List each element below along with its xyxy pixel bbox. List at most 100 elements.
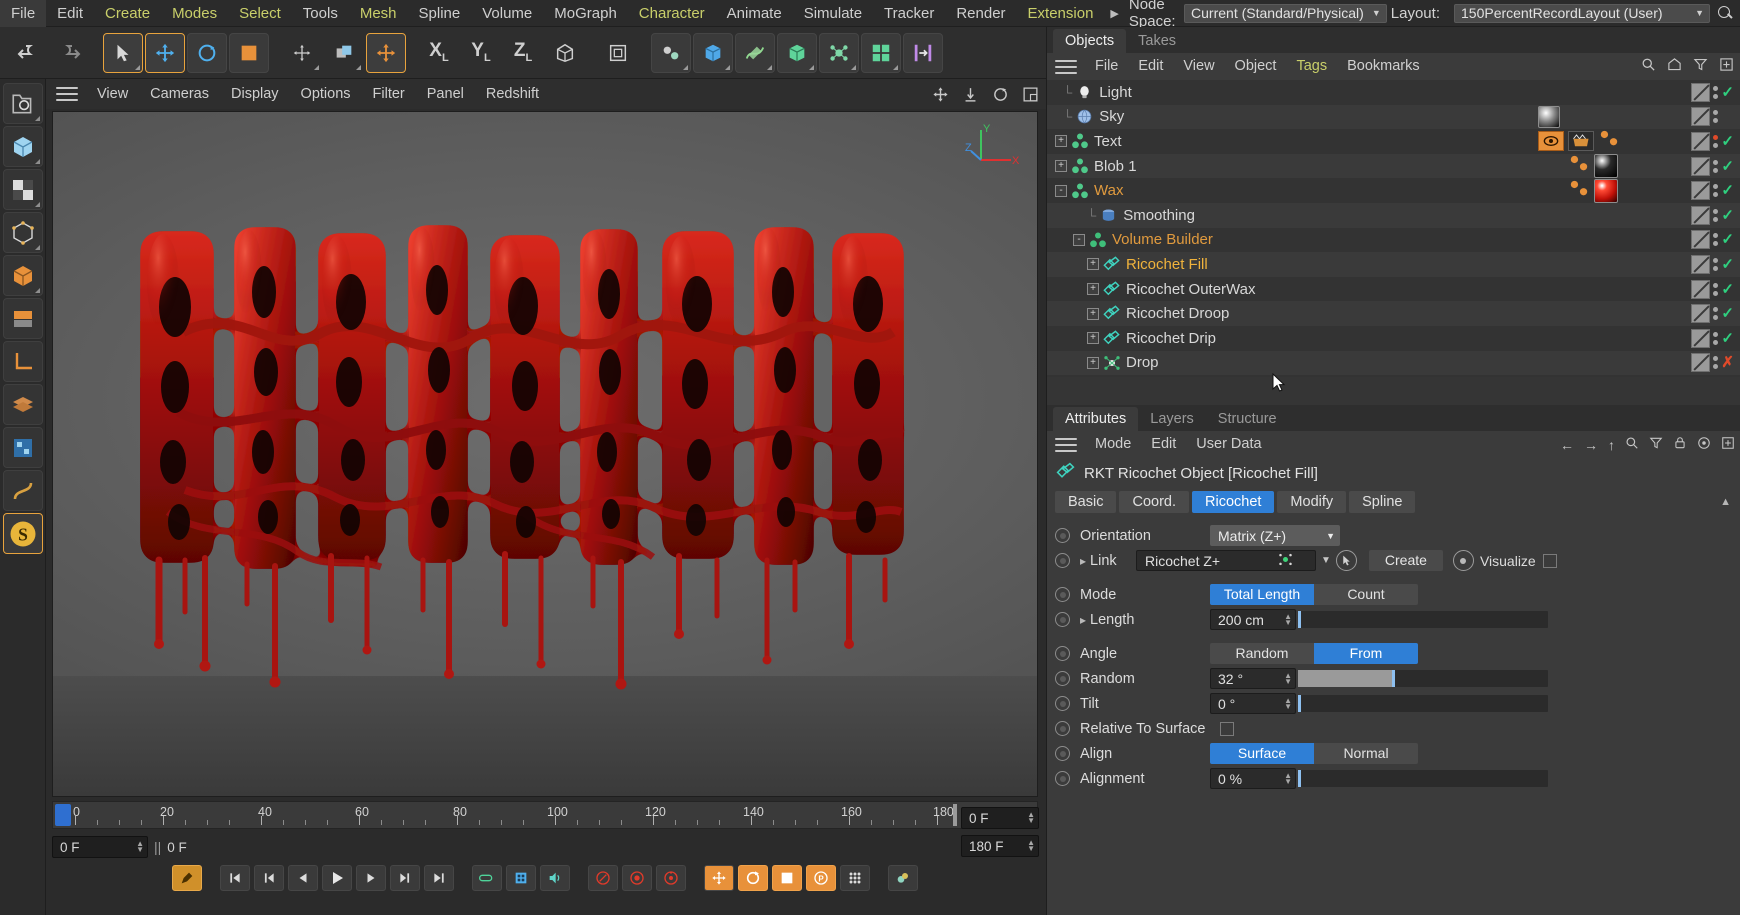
length-param-radio[interactable] — [1055, 612, 1070, 627]
go-to-end-button[interactable] — [424, 865, 454, 891]
tilt-slider[interactable] — [1298, 695, 1548, 712]
tree-expander-ricochet-fill[interactable]: + — [1087, 258, 1099, 271]
enable-dots-icon[interactable] — [1713, 331, 1719, 345]
tree-row-smoothing[interactable]: └ Smoothing ✓ — [1047, 202, 1740, 228]
viewport-menu-hamburger-icon[interactable] — [56, 87, 78, 101]
tab-layers[interactable]: Layers — [1138, 407, 1206, 431]
go-to-start-button[interactable] — [220, 865, 250, 891]
menu-item-character[interactable]: Character — [628, 0, 716, 27]
project-settings-button[interactable] — [888, 865, 918, 891]
layout-select[interactable]: 150PercentRecordLayout (User) ▼ — [1454, 3, 1710, 23]
viewport-rotate-icon[interactable] — [990, 84, 1010, 104]
enable-dots-icon[interactable] — [1713, 233, 1719, 247]
visibility-tag-icon[interactable] — [1691, 353, 1711, 373]
tool-workplane-icon[interactable] — [2, 341, 43, 382]
length-slider-knob[interactable] — [1298, 611, 1301, 628]
loop-button[interactable] — [472, 865, 502, 891]
enable-dots-icon[interactable] — [1713, 307, 1719, 321]
link-field[interactable]: Ricochet Z+ — [1136, 550, 1316, 571]
expand-caret-icon[interactable]: ▸ — [1080, 554, 1086, 568]
select-tool-button[interactable] — [103, 32, 143, 73]
timeline-ruler[interactable]: 0 20 40 60 80 100 120 140 160 180 — [52, 801, 1038, 829]
tree-expander-drop[interactable]: + — [1087, 356, 1099, 369]
alignment-slider-knob[interactable] — [1298, 770, 1301, 787]
menu-item-create[interactable]: Create — [94, 0, 161, 27]
node-space-select[interactable]: Current (Standard/Physical) ▼ — [1184, 3, 1387, 23]
redo-button[interactable] — [50, 33, 90, 73]
search-icon[interactable] — [1716, 4, 1734, 22]
tree-row-light[interactable]: └ Light ✓ — [1047, 80, 1740, 105]
om-menu-object[interactable]: Object — [1225, 53, 1287, 80]
attr-forward-icon[interactable]: → — [1584, 437, 1598, 453]
section-tab-coord[interactable]: Coord. — [1119, 490, 1189, 513]
tool-model-mode-icon[interactable] — [2, 126, 43, 167]
record-active-objects-button[interactable] — [588, 865, 618, 891]
object-tree[interactable]: └ Light ✓ └ Sky + Text ✓ + Blob 1 ✓ - Wa… — [1047, 80, 1740, 377]
viewport-menu-filter[interactable]: Filter — [362, 79, 416, 109]
orientation-select[interactable]: Matrix (Z+) ▼ — [1210, 525, 1340, 546]
move-tool-button[interactable] — [145, 32, 185, 73]
tree-expander-ricochet-droop[interactable]: + — [1087, 307, 1099, 320]
attr-menu-user-data[interactable]: User Data — [1186, 431, 1271, 458]
tree-row-blob-1[interactable]: + Blob 1 ✓ — [1047, 153, 1740, 179]
tree-expander-text[interactable]: + — [1055, 135, 1067, 148]
timeline-end-marker[interactable] — [953, 804, 957, 826]
enabled-check-icon[interactable]: ✓ — [1721, 232, 1734, 247]
position-key-button[interactable] — [704, 865, 734, 891]
enabled-check-icon[interactable]: ✓ — [1721, 331, 1734, 346]
tree-expander-ricochet-drip[interactable]: + — [1087, 332, 1099, 345]
visibility-tag-icon[interactable] — [1691, 230, 1711, 250]
menu-overflow-arrow-icon[interactable]: ▶ — [1104, 7, 1124, 20]
visualize-checkbox[interactable] — [1542, 553, 1557, 568]
mograph-tag-icon[interactable] — [1598, 129, 1620, 153]
alignment-param-radio[interactable] — [1055, 771, 1070, 786]
tool-live-selection-icon[interactable] — [2, 83, 43, 124]
tab-attributes[interactable]: Attributes — [1053, 407, 1139, 431]
om-search-icon[interactable] — [1641, 57, 1656, 76]
spinner-icon[interactable]: ▲ ▼ — [1278, 671, 1292, 685]
autokey-button[interactable] — [172, 865, 202, 891]
snap-toggle-button[interactable] — [903, 32, 943, 73]
enable-dots-icon[interactable] — [1713, 257, 1719, 271]
om-menu-bookmarks[interactable]: Bookmarks — [1337, 53, 1430, 80]
enabled-check-icon[interactable]: ✓ — [1721, 208, 1734, 223]
visibility-tag-icon[interactable] — [1691, 304, 1711, 324]
enable-dots-icon[interactable] — [1713, 184, 1719, 198]
tree-row-volume-builder[interactable]: - Volume Builder ✓ — [1047, 228, 1740, 253]
menu-item-modes[interactable]: Modes — [161, 0, 228, 27]
tab-takes[interactable]: Takes — [1126, 29, 1188, 53]
tool-material-swatch-icon[interactable] — [2, 298, 43, 339]
attributes-hamburger-icon[interactable] — [1055, 437, 1077, 452]
step-forward-button[interactable] — [356, 865, 386, 891]
link-picker-button[interactable] — [1335, 550, 1357, 571]
tree-row-ricochet-drip[interactable]: + Ricochet Drip ✓ — [1047, 326, 1740, 351]
menu-item-mograph[interactable]: MoGraph — [543, 0, 628, 27]
viewport-menu-panel[interactable]: Panel — [416, 79, 475, 109]
attr-up-icon[interactable]: ↑ — [1608, 437, 1615, 453]
record-keys-button[interactable] — [506, 865, 536, 891]
viewport-maximize-icon[interactable] — [1020, 84, 1040, 104]
tool-volume-icon[interactable] — [2, 427, 43, 468]
create-button[interactable]: Create — [1368, 550, 1443, 571]
display-tag-icon[interactable] — [1538, 131, 1565, 152]
disabled-check-icon[interactable]: ✗ — [1721, 355, 1734, 370]
enabled-check-icon[interactable]: ✓ — [1721, 306, 1734, 321]
add-cube-button[interactable] — [693, 32, 733, 73]
spinner-icon[interactable]: ▲ ▼ — [1278, 696, 1292, 710]
menu-item-animate[interactable]: Animate — [716, 0, 793, 27]
attr-target-icon[interactable] — [1697, 436, 1711, 453]
enabled-check-icon[interactable]: ✓ — [1721, 85, 1734, 100]
visibility-tag-icon[interactable] — [1691, 205, 1711, 225]
link-dropdown-chevron-icon[interactable]: ▼ — [1316, 555, 1336, 566]
menu-item-mesh[interactable]: Mesh — [349, 0, 408, 27]
rotation-key-button[interactable] — [738, 865, 768, 891]
visibility-tag-icon[interactable] — [1691, 156, 1711, 176]
alignment-slider[interactable] — [1298, 770, 1548, 787]
angle-param-radio[interactable] — [1055, 646, 1070, 661]
add-mograph-button[interactable] — [861, 32, 901, 73]
random-slider[interactable] — [1298, 670, 1548, 687]
attributes-collapse-icon[interactable]: ▲ — [1720, 496, 1740, 508]
move-axis-button[interactable] — [282, 33, 322, 73]
tree-expander-blob-1[interactable]: + — [1055, 160, 1067, 173]
section-tab-basic[interactable]: Basic — [1055, 490, 1117, 513]
